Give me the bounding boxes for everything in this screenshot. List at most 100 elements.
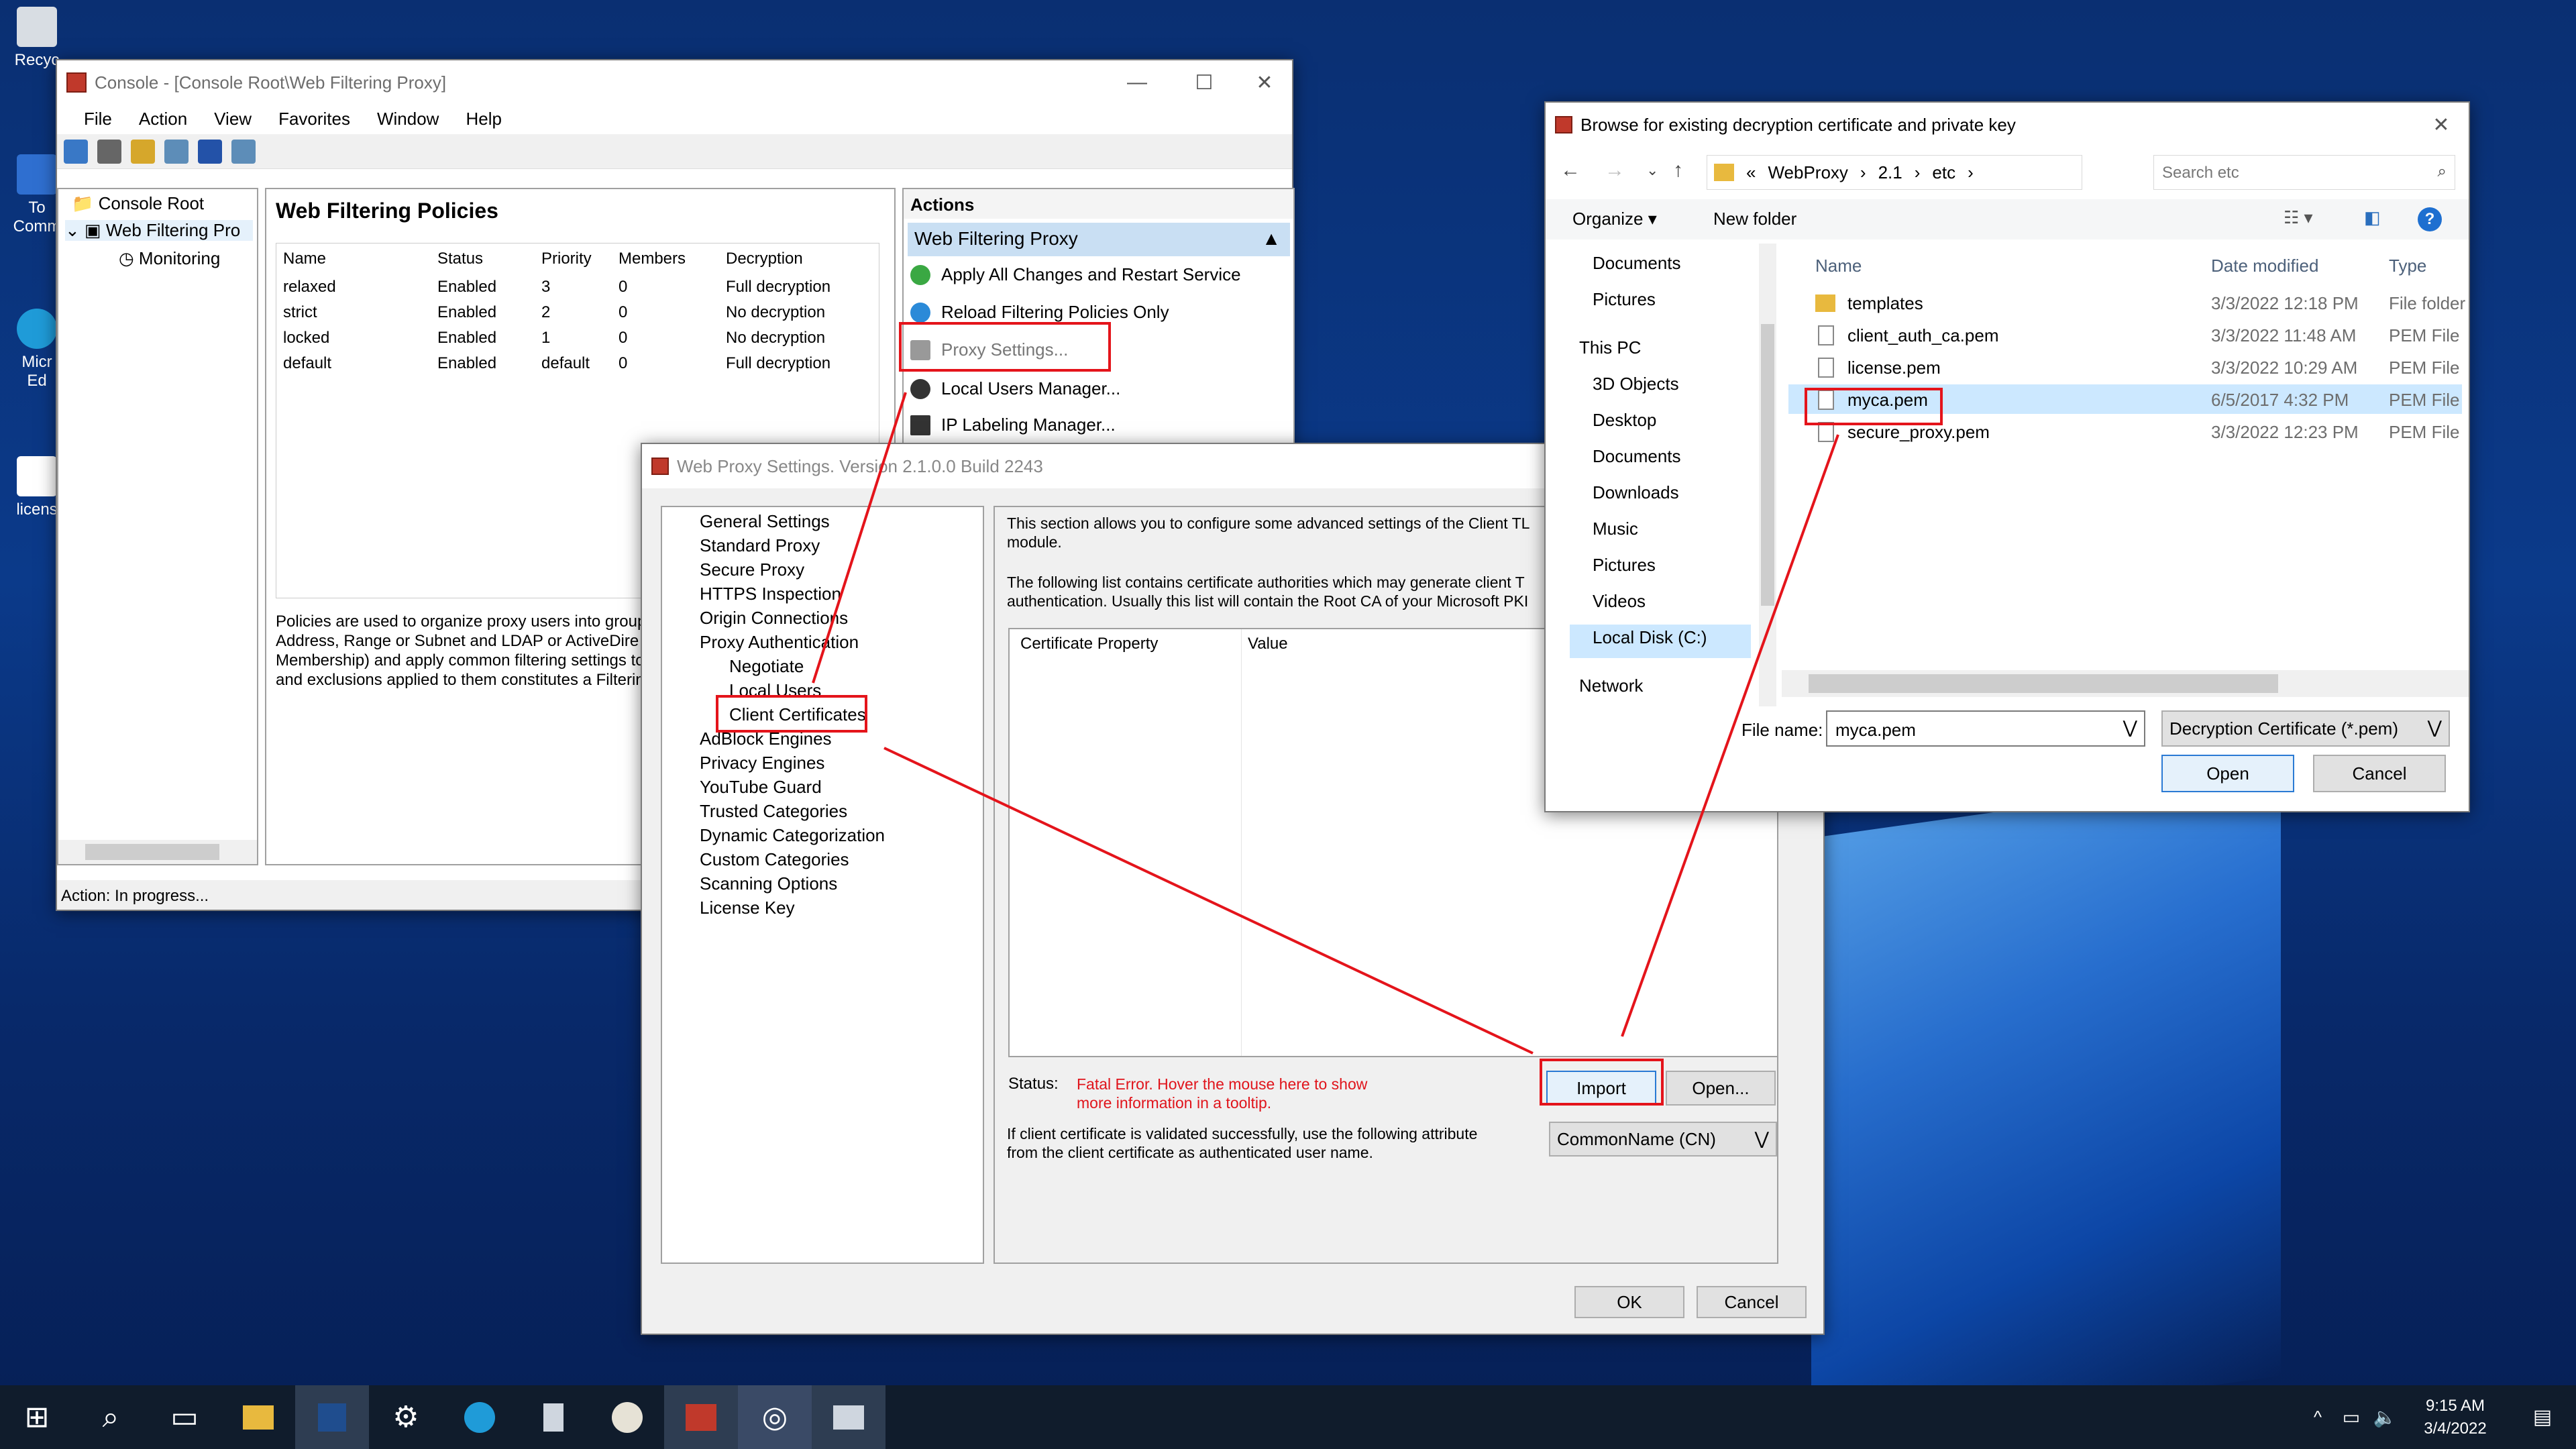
- col-name[interactable]: Name: [276, 244, 431, 274]
- proxy-app-icon[interactable]: ◎: [738, 1385, 812, 1449]
- edge-icon[interactable]: [443, 1385, 517, 1449]
- nav-network[interactable]: Network: [1579, 676, 1643, 696]
- tree-negotiate[interactable]: Negotiate: [729, 656, 804, 677]
- tree-secure-proxy[interactable]: Secure Proxy: [700, 559, 804, 580]
- tree-hscrollbar[interactable]: [58, 840, 257, 864]
- nav-3d-objects[interactable]: 3D Objects: [1593, 374, 1679, 394]
- cancel-button[interactable]: Cancel: [2313, 755, 2446, 792]
- menu-view[interactable]: View: [214, 109, 252, 134]
- help-icon[interactable]: ?: [2418, 207, 2442, 231]
- nav-music[interactable]: Music: [1593, 519, 1638, 539]
- nav-pictures-pinned[interactable]: Pictures: [1593, 289, 1656, 310]
- volume-muted-icon[interactable]: 🔈: [2368, 1385, 2402, 1449]
- forward-arrow-icon[interactable]: →: [1605, 159, 1625, 182]
- back-icon[interactable]: [64, 139, 88, 164]
- nav-documents-pinned[interactable]: Documents: [1593, 253, 1681, 274]
- tree-youtube-guard[interactable]: YouTube Guard: [700, 777, 822, 798]
- view-options-icon[interactable]: ☷ ▾: [2284, 207, 2313, 228]
- tree-privacy-engines[interactable]: Privacy Engines: [700, 753, 824, 773]
- tree-scanning-options[interactable]: Scanning Options: [700, 873, 837, 894]
- start-button[interactable]: ⊞: [0, 1385, 74, 1449]
- ok-button[interactable]: OK: [1574, 1286, 1684, 1318]
- nav-local-disk[interactable]: Local Disk (C:): [1593, 627, 1707, 648]
- list-item[interactable]: license.pem 3/3/2022 10:29 AM PEM File: [1788, 352, 2462, 382]
- nav-videos[interactable]: Videos: [1593, 591, 1646, 612]
- open-button[interactable]: Open: [2161, 755, 2294, 792]
- network-tray-icon[interactable]: ▭: [2334, 1385, 2368, 1449]
- browse-app-icon[interactable]: [812, 1385, 885, 1449]
- nav-documents[interactable]: Documents: [1593, 446, 1681, 467]
- breadcrumb-21[interactable]: 2.1: [1878, 162, 1902, 183]
- col-name-header[interactable]: Name: [1815, 256, 1862, 276]
- tree-standard-proxy[interactable]: Standard Proxy: [700, 535, 820, 556]
- table-row[interactable]: default Enabled default 0 Full decryption: [276, 351, 873, 376]
- tree-license-key[interactable]: License Key: [700, 898, 795, 918]
- save-app-icon[interactable]: [295, 1385, 369, 1449]
- file-list-hscrollbar[interactable]: [1782, 670, 2469, 697]
- console-app-icon[interactable]: [664, 1385, 738, 1449]
- open-button[interactable]: Open...: [1666, 1071, 1776, 1106]
- list-item[interactable]: client_auth_ca.pem 3/3/2022 11:48 AM PEM…: [1788, 320, 2462, 350]
- collapse-icon[interactable]: ▲: [1262, 228, 1281, 250]
- preview-pane-icon[interactable]: ◧: [2364, 207, 2381, 228]
- app-icon[interactable]: [517, 1385, 590, 1449]
- tree-trusted-categories[interactable]: Trusted Categories: [700, 801, 847, 822]
- table-row[interactable]: strict Enabled 2 0 No decryption: [276, 300, 873, 325]
- actions-group-header[interactable]: Web Filtering Proxy ▲: [908, 223, 1290, 256]
- tree-https-inspection[interactable]: HTTPS Inspection: [700, 584, 841, 604]
- cancel-button[interactable]: Cancel: [1697, 1286, 1807, 1318]
- breadcrumb-etc[interactable]: etc: [1932, 162, 1955, 183]
- back-arrow-icon[interactable]: ←: [1560, 159, 1580, 182]
- action-apply-restart[interactable]: Apply All Changes and Restart Service: [910, 264, 1241, 285]
- tree-web-filtering-proxy[interactable]: ⌄ ▣ Web Filtering Pro: [65, 220, 253, 241]
- help-icon[interactable]: [198, 139, 222, 164]
- nav-downloads[interactable]: Downloads: [1593, 482, 1679, 503]
- maximize-button[interactable]: ☐: [1174, 60, 1234, 105]
- tree-origin-connections[interactable]: Origin Connections: [700, 608, 848, 629]
- settings-gear-icon[interactable]: ⚙: [369, 1385, 443, 1449]
- col-status[interactable]: Status: [431, 244, 535, 274]
- scroll-thumb[interactable]: [1761, 324, 1774, 606]
- tree-general-settings[interactable]: General Settings: [700, 511, 830, 532]
- nav-desktop[interactable]: Desktop: [1593, 410, 1656, 431]
- minimize-button[interactable]: —: [1107, 60, 1167, 105]
- menu-file[interactable]: File: [84, 109, 112, 134]
- menu-favorites[interactable]: Favorites: [278, 109, 350, 134]
- close-button[interactable]: ✕: [1234, 60, 1295, 105]
- tree-proxy-authentication[interactable]: Proxy Authentication: [700, 632, 859, 653]
- chart-app-icon[interactable]: [590, 1385, 664, 1449]
- action-reload-policies[interactable]: Reload Filtering Policies Only: [910, 302, 1169, 323]
- status-error-text[interactable]: Fatal Error. Hover the mouse here to sho…: [1077, 1075, 1367, 1112]
- up-folder-icon[interactable]: [131, 139, 155, 164]
- menu-window[interactable]: Window: [377, 109, 439, 134]
- clock[interactable]: 9:15 AM 3/4/2022: [2402, 1395, 2509, 1440]
- address-bar[interactable]: « WebProxy › 2.1 › etc ›: [1707, 155, 2082, 190]
- search-input[interactable]: Search etc ⌕: [2153, 155, 2455, 190]
- notifications-icon[interactable]: ▤: [2509, 1385, 2576, 1449]
- show-hidden-icons[interactable]: ^: [2301, 1385, 2334, 1449]
- tree-monitoring[interactable]: ◷ Monitoring: [119, 248, 220, 269]
- tree-custom-categories[interactable]: Custom Categories: [700, 849, 849, 870]
- scroll-thumb[interactable]: [1809, 674, 2278, 693]
- tree-dynamic-categorization[interactable]: Dynamic Categorization: [700, 825, 885, 846]
- file-type-filter[interactable]: Decryption Certificate (*.pem) ⋁: [2161, 710, 2450, 747]
- action-local-users[interactable]: Local Users Manager...: [910, 378, 1120, 399]
- table-row[interactable]: locked Enabled 1 0 No decryption: [276, 325, 873, 351]
- list-item[interactable]: templates 3/3/2022 12:18 PM File folder: [1788, 288, 2465, 317]
- attribute-select[interactable]: CommonName (CN) ⋁: [1549, 1122, 1777, 1157]
- show-hide-tree-icon[interactable]: [164, 139, 189, 164]
- up-arrow-icon[interactable]: ↑: [1673, 159, 1683, 182]
- menu-action[interactable]: Action: [139, 109, 187, 134]
- task-view-icon[interactable]: ▭: [148, 1385, 221, 1449]
- nav-scrollbar[interactable]: [1759, 244, 1776, 706]
- col-decryption[interactable]: Decryption: [719, 244, 873, 274]
- nav-pictures[interactable]: Pictures: [1593, 555, 1656, 576]
- filename-input[interactable]: myca.pem ⋁: [1826, 710, 2145, 747]
- breadcrumb-webproxy[interactable]: WebProxy: [1768, 162, 1847, 183]
- recent-locations-icon[interactable]: ⌄: [1646, 162, 1658, 179]
- action-ip-labeling[interactable]: IP Labeling Manager...: [910, 415, 1116, 435]
- col-type-header[interactable]: Type: [2389, 256, 2426, 276]
- col-members[interactable]: Members: [612, 244, 719, 274]
- tree-console-root[interactable]: 📁 Console Root: [72, 193, 204, 214]
- organize-button[interactable]: Organize ▾: [1572, 209, 1657, 229]
